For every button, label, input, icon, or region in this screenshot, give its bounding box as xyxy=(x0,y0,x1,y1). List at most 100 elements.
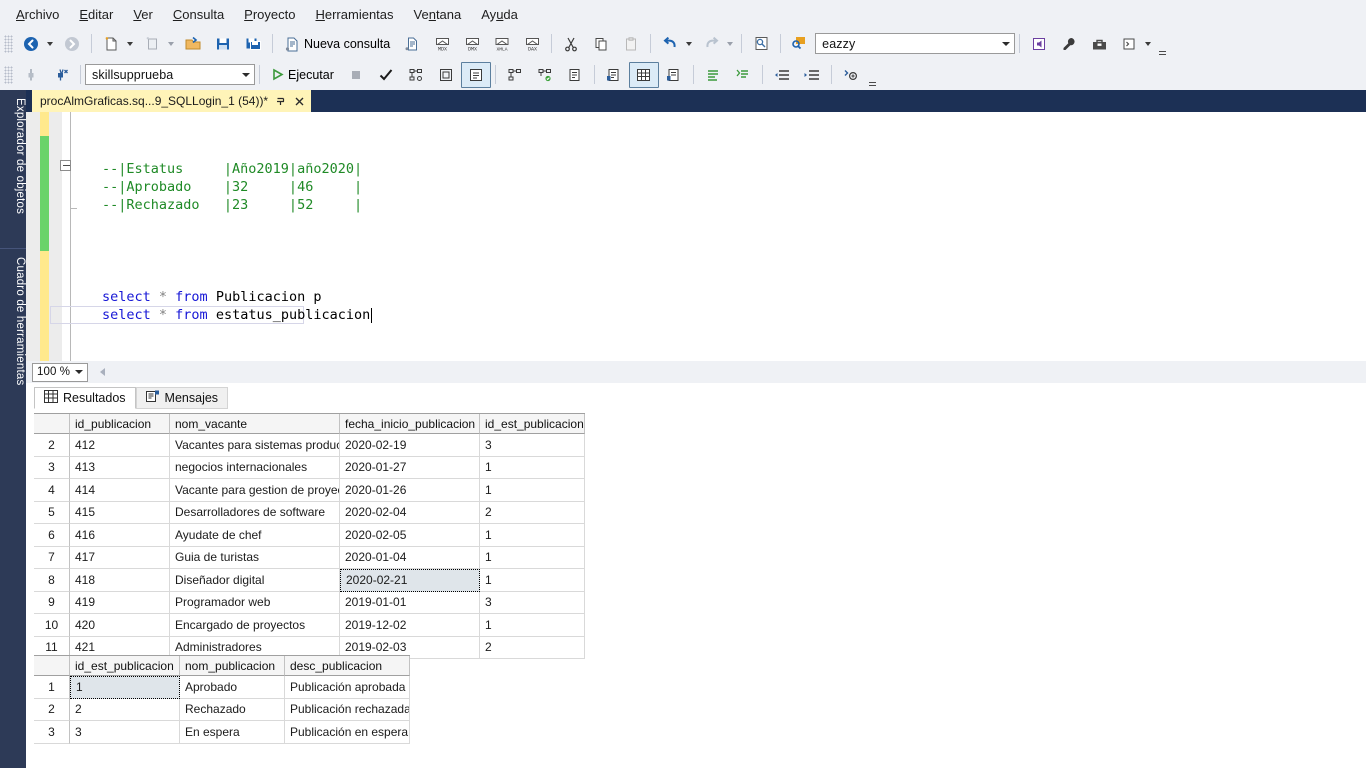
table-cell[interactable]: 3 xyxy=(480,591,585,614)
table-cell[interactable]: 1 xyxy=(480,524,585,547)
connect-icon[interactable] xyxy=(16,62,46,88)
table-cell[interactable]: 420 xyxy=(70,614,170,637)
save-all-button[interactable] xyxy=(238,31,268,57)
table-row[interactable]: 3 3 En espera Publicación en espera xyxy=(34,721,410,744)
speaker-icon[interactable] xyxy=(1024,31,1054,57)
results-to-file2-icon[interactable] xyxy=(659,62,689,88)
table-cell[interactable]: Publicación aprobada xyxy=(285,676,410,699)
table-cell[interactable]: Desarrolladores de software xyxy=(170,501,340,524)
toolbar-overflow-button[interactable] xyxy=(868,64,878,86)
toolbox-icon[interactable] xyxy=(1084,31,1114,57)
menu-item-ventana[interactable]: Ventana xyxy=(404,4,472,25)
quick-launch-value[interactable]: eazzy xyxy=(816,37,997,51)
new-dax-query-button[interactable]: DAX xyxy=(517,31,547,57)
tools-dropdown-icon[interactable] xyxy=(1145,41,1152,46)
table-cell[interactable]: 2020-02-04 xyxy=(340,501,480,524)
sidebar-item-toolbox[interactable]: Cuadro de herramientas xyxy=(0,248,26,443)
undo-button[interactable] xyxy=(655,31,685,57)
table-row[interactable]: 6 416 Ayudate de chef 2020-02-05 1 xyxy=(34,524,585,547)
query-options-icon[interactable] xyxy=(431,62,461,88)
table-cell[interactable]: En espera xyxy=(180,721,285,744)
table-cell[interactable]: 412 xyxy=(70,434,170,457)
zoom-level-value[interactable]: 100 % xyxy=(33,366,70,378)
table-cell[interactable]: 418 xyxy=(70,569,170,592)
table-cell[interactable]: Aprobado xyxy=(180,676,285,699)
close-icon[interactable] xyxy=(293,95,306,108)
increase-indent-icon[interactable] xyxy=(797,62,827,88)
new-item-button[interactable] xyxy=(137,31,167,57)
results-grid-publicacion[interactable]: id_publicacion nom_vacante fecha_inicio_pu… xyxy=(34,413,585,659)
row-header-cell[interactable]: 10 xyxy=(34,614,70,637)
new-item-dropdown-icon[interactable] xyxy=(168,41,174,46)
database-selector[interactable]: skillsupprueba xyxy=(85,64,255,85)
row-header-cell[interactable]: 9 xyxy=(34,591,70,614)
disconnect-icon[interactable] xyxy=(46,62,76,88)
results-grid-estatus-publicacion[interactable]: id_est_publicacion nom_publicacion desc_pu… xyxy=(34,655,410,744)
table-cell[interactable]: 2020-01-04 xyxy=(340,546,480,569)
table-row[interactable]: 4414Vacante para gestion de proyectos202… xyxy=(34,479,585,502)
table-cell[interactable]: Guia de turistas xyxy=(170,546,340,569)
column-header[interactable]: id_est_publicacion xyxy=(480,414,585,434)
column-header[interactable]: nom_publicacion xyxy=(180,656,285,676)
navigate-forward-button[interactable] xyxy=(57,31,87,57)
table-cell[interactable]: Publicación en espera xyxy=(285,721,410,744)
table-cell[interactable]: 1 xyxy=(480,546,585,569)
document-tab[interactable]: procAlmGraficas.sq...9_SQLLogin_1 (54))* xyxy=(32,90,312,112)
column-header[interactable]: nom_vacante xyxy=(170,414,340,434)
include-actual-plan-icon[interactable] xyxy=(500,62,530,88)
paste-button[interactable] xyxy=(616,31,646,57)
table-cell[interactable]: 1 xyxy=(480,569,585,592)
pin-icon[interactable] xyxy=(274,95,287,108)
specify-values-icon[interactable] xyxy=(836,62,866,88)
database-dropdown-arrow[interactable] xyxy=(237,65,254,84)
row-header-cell[interactable]: 3 xyxy=(34,721,70,744)
table-row[interactable]: 1 1 Aprobado Publicación aprobada xyxy=(34,676,410,699)
table-cell[interactable]: 2020-02-19 xyxy=(340,434,480,457)
table-row[interactable]: 3 413 negocios internacionales 2020-01-27 1 xyxy=(34,456,585,479)
table-cell[interactable]: 413 xyxy=(70,456,170,479)
table-row[interactable]: 10 420 Encargado de proyectos 2019-12-02 1 xyxy=(34,614,585,637)
table-cell[interactable]: 2 xyxy=(70,698,180,721)
menu-item-ver[interactable]: Ver xyxy=(123,4,163,25)
table-cell[interactable]: Encargado de proyectos xyxy=(170,614,340,637)
column-header[interactable]: fecha_inicio_publicacion xyxy=(340,414,480,434)
table-row[interactable]: 5 415 Desarrolladores de software 2020-02-0… xyxy=(34,501,585,524)
new-mdx-query-button[interactable]: MDX xyxy=(427,31,457,57)
tab-resultados[interactable]: Resultados xyxy=(34,387,136,409)
table-cell[interactable]: 3 xyxy=(70,721,180,744)
sql-code-editor[interactable]: --|Estatus |Año2019|año2020| --|Aprobado … xyxy=(26,112,1366,361)
table-row[interactable]: 7 417 Guia de turistas 2020-01-04 1 xyxy=(34,546,585,569)
table-cell[interactable]: 1 xyxy=(480,479,585,502)
table-cell[interactable]: Vacante para gestion de proyectos xyxy=(170,479,340,502)
table-cell[interactable]: Ayudate de chef xyxy=(170,524,340,547)
toolbar-overflow-button[interactable] xyxy=(1157,33,1167,55)
table-cell[interactable]: 2020-02-21 xyxy=(340,569,480,592)
navigate-back-dropdown-icon[interactable] xyxy=(47,41,53,46)
table-cell[interactable]: 1 xyxy=(480,614,585,637)
menu-item-herramientas[interactable]: Herramientas xyxy=(305,4,403,25)
decrease-indent-icon[interactable] xyxy=(767,62,797,88)
table-cell[interactable]: 2 xyxy=(480,636,585,659)
collapse-region-button[interactable] xyxy=(60,160,71,171)
table-cell[interactable]: 2020-01-27 xyxy=(340,456,480,479)
save-button[interactable] xyxy=(208,31,238,57)
table-cell[interactable]: Vacantes para sistemas productivos xyxy=(170,434,340,457)
sidebar-item-object-explorer[interactable]: Explorador de objetos xyxy=(0,90,26,245)
table-cell[interactable]: 419 xyxy=(70,591,170,614)
table-cell[interactable]: 417 xyxy=(70,546,170,569)
intellisense-icon[interactable] xyxy=(460,61,491,88)
row-header-cell[interactable]: 7 xyxy=(34,546,70,569)
table-row[interactable]: 2412Vacantes para sistemas productivos20… xyxy=(34,434,585,457)
grid-corner-cell[interactable] xyxy=(34,656,70,676)
zoom-level-selector[interactable]: 100 % xyxy=(32,362,88,382)
row-header-cell[interactable]: 3 xyxy=(34,456,70,479)
console-icon[interactable] xyxy=(1114,31,1144,57)
table-row[interactable]: 9 419 Programador web 2019-01-01 3 xyxy=(34,591,585,614)
row-header-cell[interactable]: 4 xyxy=(34,479,70,502)
database-value[interactable]: skillsupprueba xyxy=(86,68,237,82)
table-cell[interactable]: Programador web xyxy=(170,591,340,614)
new-dmx-query-button[interactable]: DMX xyxy=(457,31,487,57)
row-header-cell[interactable]: 8 xyxy=(34,569,70,592)
table-cell[interactable]: 2019-12-02 xyxy=(340,614,480,637)
table-cell[interactable]: 3 xyxy=(480,434,585,457)
